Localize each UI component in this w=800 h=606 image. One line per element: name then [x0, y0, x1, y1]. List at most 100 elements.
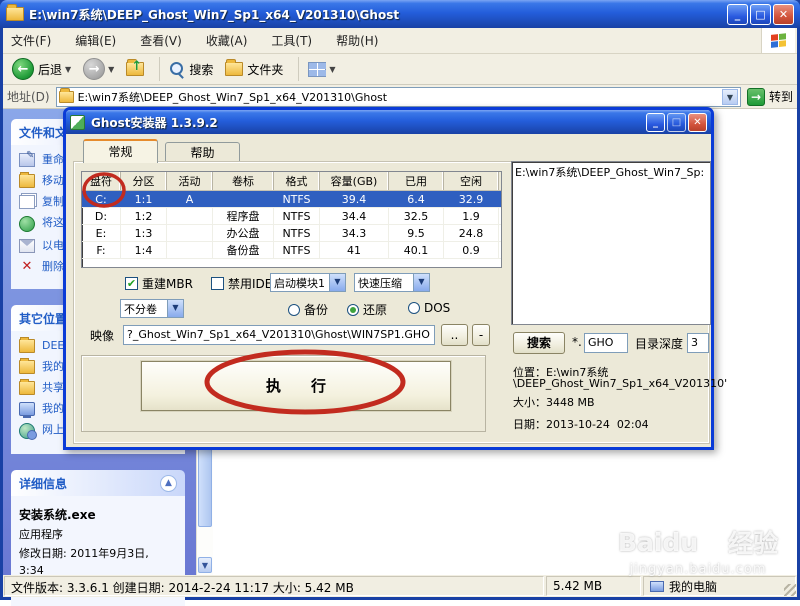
back-chevron-icon[interactable]: ▼: [65, 65, 71, 74]
table-row-c[interactable]: C: 1:1 A NTFS 39.4 6.4 32.9: [82, 191, 501, 208]
table-row-d[interactable]: D: 1:2 程序盘 NTFS 34.4 32.5 1.9: [82, 208, 501, 225]
copy-icon: [19, 195, 35, 209]
forward-chevron-icon: ▼: [108, 65, 114, 74]
search-gho-button[interactable]: 搜索: [513, 332, 565, 354]
table-header-row: 盘符 分区 活动 卷标 格式 容量(GB) 已用 空闲: [82, 172, 501, 191]
col-label[interactable]: 卷标: [213, 172, 274, 190]
close-button[interactable]: ✕: [773, 4, 794, 25]
address-dropdown-icon[interactable]: ▼: [722, 89, 738, 105]
up-folder-icon: [126, 62, 144, 76]
back-button[interactable]: ← 后退 ▼: [9, 56, 74, 82]
disable-ide-label: 禁用IDE: [228, 275, 272, 292]
dialog-maximize-button[interactable]: □: [667, 113, 686, 132]
col-used[interactable]: 已用: [389, 172, 444, 190]
search-label: 搜索: [189, 61, 213, 78]
table-row-e[interactable]: E: 1:3 办公盘 NTFS 34.3 9.5 24.8: [82, 225, 501, 242]
menu-favorites[interactable]: 收藏(A): [206, 32, 248, 49]
split-dropdown[interactable]: 不分卷 ▼: [120, 299, 184, 318]
status-zone-label: 我的电脑: [669, 578, 717, 595]
status-size: 5.42 MB: [546, 576, 641, 596]
details-file-name: 安装系统.exe: [19, 506, 177, 523]
dialog-app-icon: [70, 115, 85, 130]
menu-file[interactable]: 文件(F): [11, 32, 51, 49]
resize-grip[interactable]: [784, 584, 796, 596]
minus-button[interactable]: -: [472, 324, 490, 346]
views-button[interactable]: ▼: [305, 56, 338, 82]
col-free[interactable]: 空闲: [444, 172, 499, 190]
my-documents-icon: [19, 360, 35, 374]
address-input[interactable]: E:\win7系统\DEEP_Ghost_Win7_Sp1_x64_V20131…: [56, 87, 741, 107]
computer-icon: [19, 402, 35, 416]
image-size: 大小：3448 MB: [513, 394, 595, 410]
back-label: 后退: [38, 61, 62, 78]
status-file-info: 文件版本: 3.3.6.1 创建日期: 2014-2-24 11:17 大小: …: [4, 576, 544, 596]
window-folder-icon: [6, 7, 24, 21]
folders-label: 文件夹: [247, 61, 283, 78]
boot-module-dropdown[interactable]: 启动模块1 ▼: [270, 273, 346, 292]
execute-button[interactable]: 执 行: [141, 361, 451, 411]
search-result-item[interactable]: E:\win7系统\DEEP_Ghost_Win7_Sp:: [515, 166, 704, 179]
globe-icon: [19, 216, 35, 232]
chevron-down-icon: ▼: [329, 274, 345, 291]
statusbar: 文件版本: 3.3.6.1 创建日期: 2014-2-24 11:17 大小: …: [3, 575, 797, 597]
radio-off-icon: [408, 302, 420, 314]
forward-icon: →: [83, 58, 105, 80]
col-active[interactable]: 活动: [167, 172, 213, 190]
depth-input[interactable]: 3: [687, 333, 709, 353]
details-header[interactable]: 详细信息 ▲: [11, 470, 185, 496]
up-button[interactable]: [123, 56, 147, 82]
col-drive[interactable]: 盘符: [82, 172, 121, 190]
col-format[interactable]: 格式: [274, 172, 320, 190]
col-capacity[interactable]: 容量(GB): [320, 172, 389, 190]
addressbar: 地址(D) E:\win7系统\DEEP_Ghost_Win7_Sp1_x64_…: [3, 85, 797, 109]
compress-dropdown[interactable]: 快速压缩 ▼: [354, 273, 430, 292]
search-icon: [169, 61, 185, 77]
pattern-prefix-label: *.: [572, 335, 582, 349]
image-label: 映像: [90, 327, 114, 344]
menu-view[interactable]: 查看(V): [140, 32, 182, 49]
go-button[interactable]: → 转到: [747, 88, 793, 106]
menu-edit[interactable]: 编辑(E): [75, 32, 116, 49]
search-button[interactable]: 搜索: [166, 56, 216, 82]
partition-table: 盘符 分区 活动 卷标 格式 容量(GB) 已用 空闲 C: 1:1 A NTF…: [81, 171, 502, 268]
menubar: 文件(F) 编辑(E) 查看(V) 收藏(A) 工具(T) 帮助(H): [3, 28, 797, 54]
minimize-button[interactable]: _: [727, 4, 748, 25]
col-partition[interactable]: 分区: [121, 172, 167, 190]
move-icon: [19, 174, 35, 188]
image-date: 日期：2013-10-24 02:04: [513, 416, 649, 432]
window-title: E:\win7系统\DEEP_Ghost_Win7_Sp1_x64_V20131…: [29, 6, 725, 23]
views-chevron-icon[interactable]: ▼: [329, 65, 335, 74]
maximize-button[interactable]: □: [750, 4, 771, 25]
radio-on-icon: [347, 304, 359, 316]
chevron-up-icon[interactable]: ▲: [160, 475, 177, 492]
browse-button[interactable]: ..: [441, 324, 468, 346]
menu-tools[interactable]: 工具(T): [271, 32, 312, 49]
image-path-input[interactable]: ?_Ghost_Win7_Sp1_x64_V201310\Ghost\WIN7S…: [123, 325, 435, 345]
pattern-input[interactable]: GHO: [584, 333, 628, 353]
menu-help[interactable]: 帮助(H): [336, 32, 378, 49]
dialog-close-button[interactable]: ✕: [688, 113, 707, 132]
radio-backup[interactable]: 备份: [288, 301, 328, 318]
table-row-f[interactable]: F: 1:4 备份盘 NTFS 41 40.1 0.9: [82, 242, 501, 259]
shared-folder-icon: [19, 381, 35, 395]
tab-general[interactable]: 常规: [83, 139, 158, 163]
network-icon: [19, 423, 35, 439]
explorer-titlebar: E:\win7系统\DEEP_Ghost_Win7_Sp1_x64_V20131…: [0, 0, 800, 28]
scrollbar-down-icon[interactable]: ▼: [198, 557, 212, 573]
chevron-down-icon: ▼: [167, 300, 183, 317]
address-label: 地址(D): [7, 88, 50, 105]
tab-help[interactable]: 帮助: [165, 142, 240, 163]
radio-dos[interactable]: DOS: [408, 301, 450, 315]
folders-button[interactable]: 文件夹: [222, 56, 286, 82]
radio-off-icon: [288, 304, 300, 316]
disable-ide-checkbox[interactable]: 禁用IDE: [211, 275, 272, 292]
back-icon: ←: [12, 58, 34, 80]
radio-restore[interactable]: 还原: [347, 301, 387, 318]
forward-button[interactable]: → ▼: [80, 56, 117, 82]
status-zone: 我的电脑: [643, 576, 796, 596]
search-result-list[interactable]: E:\win7系统\DEEP_Ghost_Win7_Sp:: [511, 161, 711, 325]
chevron-down-icon: ▼: [413, 274, 429, 291]
rebuild-mbr-checkbox[interactable]: ✔ 重建MBR: [125, 275, 193, 292]
radio-restore-label: 还原: [363, 301, 387, 318]
dialog-minimize-button[interactable]: _: [646, 113, 665, 132]
